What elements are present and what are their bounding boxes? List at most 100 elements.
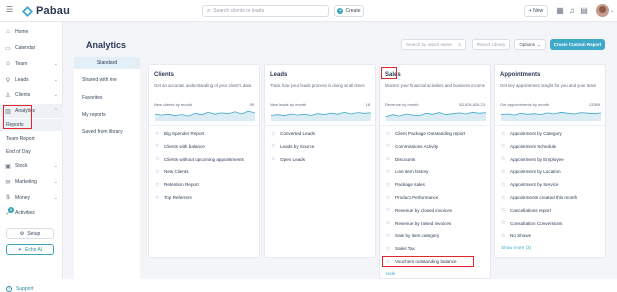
echo-ai-label: Echo AI: [24, 246, 43, 253]
bell-icon[interactable]: ♫: [568, 6, 576, 15]
report-link[interactable]: ☆ Clients without upcoming appointments: [155, 155, 244, 164]
tab-shared-with-me[interactable]: Shared with me: [74, 74, 140, 86]
sidebar-item-marketing[interactable]: ✉ Marketing ⌄: [0, 175, 63, 189]
report-link[interactable]: ☆ Top Referrers: [155, 193, 192, 202]
star-icon[interactable]: ☆: [386, 156, 391, 162]
sidebar-item-stock[interactable]: ▣ Stock ⌄: [0, 159, 63, 173]
report-label: Appointment by Category: [510, 131, 562, 136]
tab-saved-from-library[interactable]: Saved from library: [74, 126, 140, 138]
report-link[interactable]: ☆ Clients with balance: [155, 142, 205, 151]
star-icon[interactable]: ☆: [155, 195, 160, 201]
star-icon[interactable]: ☆: [155, 131, 160, 137]
report-link[interactable]: ☆ Cancellations report: [501, 206, 551, 215]
star-icon[interactable]: ☆: [501, 207, 506, 213]
star-icon[interactable]: ☆: [501, 143, 506, 149]
star-icon[interactable]: ☆: [155, 156, 160, 162]
star-icon[interactable]: ☆: [271, 131, 276, 137]
report-link[interactable]: ☆ Leads by Source: [271, 142, 314, 151]
star-icon[interactable]: ☆: [386, 246, 391, 252]
setup-button[interactable]: ⚙ Setup: [6, 228, 54, 239]
global-search-input[interactable]: ⌕ Search clients or leads: [202, 5, 329, 17]
sidebar-subitem-team-report[interactable]: Team Report: [0, 133, 63, 145]
star-icon[interactable]: ☆: [501, 233, 506, 239]
report-library-button[interactable]: Report Library: [472, 39, 510, 50]
report-link[interactable]: ☆ Open Leads: [271, 155, 305, 164]
star-icon[interactable]: ☆: [386, 233, 391, 239]
report-link[interactable]: ☆ Appointment by Employee: [501, 155, 564, 164]
echo-ai-button[interactable]: ✦ Echo AI: [6, 244, 54, 255]
options-button[interactable]: Options ⌄: [514, 39, 546, 50]
report-link[interactable]: ☆ Client Package Outstanding report: [386, 129, 465, 138]
avatar[interactable]: [596, 4, 609, 17]
card-description: Get an accurate understanding of your cl…: [154, 83, 252, 88]
report-link[interactable]: ☆ Appointment by Service: [501, 180, 559, 189]
star-icon[interactable]: ☆: [501, 220, 506, 226]
star-icon[interactable]: ☆: [501, 169, 506, 175]
sidebar-item-calendar[interactable]: ▭ Calendar: [0, 41, 63, 55]
sidebar-item-leads[interactable]: ⚲ Leads ⌄: [0, 73, 63, 87]
tab-standard[interactable]: Standard: [74, 57, 140, 69]
star-icon[interactable]: ☆: [386, 169, 391, 175]
sidebar-subitem-end-of-day[interactable]: End of Day: [0, 146, 63, 158]
sidebar-item-home[interactable]: ⌂ Home: [0, 25, 63, 39]
star-icon[interactable]: ☆: [501, 182, 506, 188]
star-icon[interactable]: ☆: [501, 131, 506, 137]
highlight-box: [3, 105, 32, 129]
star-icon[interactable]: ☆: [386, 207, 391, 213]
star-icon[interactable]: ☆: [386, 143, 391, 149]
star-icon[interactable]: ☆: [501, 195, 506, 201]
star-icon[interactable]: ☆: [386, 220, 391, 226]
sidebar-item-money[interactable]: $ Money ⌄: [0, 191, 63, 205]
report-link[interactable]: ☆ Sale by item category: [386, 231, 439, 240]
star-icon[interactable]: ☆: [271, 156, 276, 162]
show-more-link[interactable]: Show more (3): [501, 245, 531, 250]
star-icon[interactable]: ☆: [386, 195, 391, 201]
star-icon[interactable]: ☆: [386, 182, 391, 188]
support-link[interactable]: ? Support: [6, 286, 34, 292]
report-link[interactable]: ☆ Appointment by Location: [501, 167, 561, 176]
report-link[interactable]: ☆ New Clients: [155, 167, 189, 176]
create-custom-report-button[interactable]: Create Custom Report: [550, 39, 605, 50]
chevron-down-icon[interactable]: ⌄: [610, 8, 614, 14]
sidebar-item-clients[interactable]: ♙ Clients ⌄: [0, 88, 63, 102]
star-icon[interactable]: ☆: [501, 156, 506, 162]
report-link[interactable]: ☆ Appointment by Category: [501, 129, 562, 138]
calendar-icon[interactable]: ▦: [556, 6, 564, 15]
search-icon: ⌕: [207, 7, 211, 14]
app-logo[interactable]: Pabau: [22, 4, 70, 18]
sidebar-item-label: Leads: [15, 77, 29, 83]
report-link[interactable]: ☆ Consultation Conversions: [501, 219, 562, 228]
star-icon[interactable]: ☆: [386, 131, 391, 137]
report-link[interactable]: ☆ Appointments created this month: [501, 193, 577, 202]
report-link[interactable]: ☆ Big Spender Report: [155, 129, 204, 138]
report-link[interactable]: ☆ Revenue by raised invoices: [386, 219, 451, 228]
report-link[interactable]: ☆ Revenue by closed invoices: [386, 206, 452, 215]
report-link[interactable]: ☆ Converted Leads: [271, 129, 315, 138]
report-link[interactable]: ☆ No Shows: [501, 231, 531, 240]
star-icon[interactable]: ☆: [271, 143, 276, 149]
page-title: Analytics: [86, 40, 127, 50]
report-link[interactable]: ☆ Discounts: [386, 155, 415, 164]
report-link[interactable]: ☆ Product Performance: [386, 193, 438, 202]
report-card-leads: Leads Track how your leads process is doi…: [264, 64, 376, 258]
new-button[interactable]: + New: [524, 5, 548, 17]
report-link[interactable]: ☆ Package sales: [386, 180, 425, 189]
star-icon[interactable]: ☆: [155, 169, 160, 175]
report-link[interactable]: ☆ Commissions Activity: [386, 142, 438, 151]
sidebar-item-team[interactable]: ☺ Team ⌄: [0, 57, 63, 71]
report-search-input[interactable]: Search by report name ⌕: [401, 39, 466, 50]
tab-favorites[interactable]: Favorites: [74, 92, 140, 104]
inbox-icon[interactable]: ▤: [580, 6, 588, 15]
report-link[interactable]: ☆ Sales Tax: [386, 244, 415, 253]
report-link[interactable]: ☆ Retention Report: [155, 180, 199, 189]
hide-link[interactable]: Hide: [386, 271, 395, 276]
report-card-appointments: Appointments Get key appointment insight …: [494, 64, 606, 258]
report-label: Consultation Conversions: [510, 220, 563, 226]
create-button[interactable]: + Create: [334, 5, 364, 17]
menu-icon[interactable]: ☰: [6, 6, 14, 14]
star-icon[interactable]: ☆: [155, 143, 160, 149]
tab-my-reports[interactable]: My reports: [74, 109, 140, 121]
star-icon[interactable]: ☆: [155, 182, 160, 188]
report-link[interactable]: ☆ Appointment Schedule: [501, 142, 556, 151]
report-link[interactable]: ☆ Line item history: [386, 167, 428, 176]
